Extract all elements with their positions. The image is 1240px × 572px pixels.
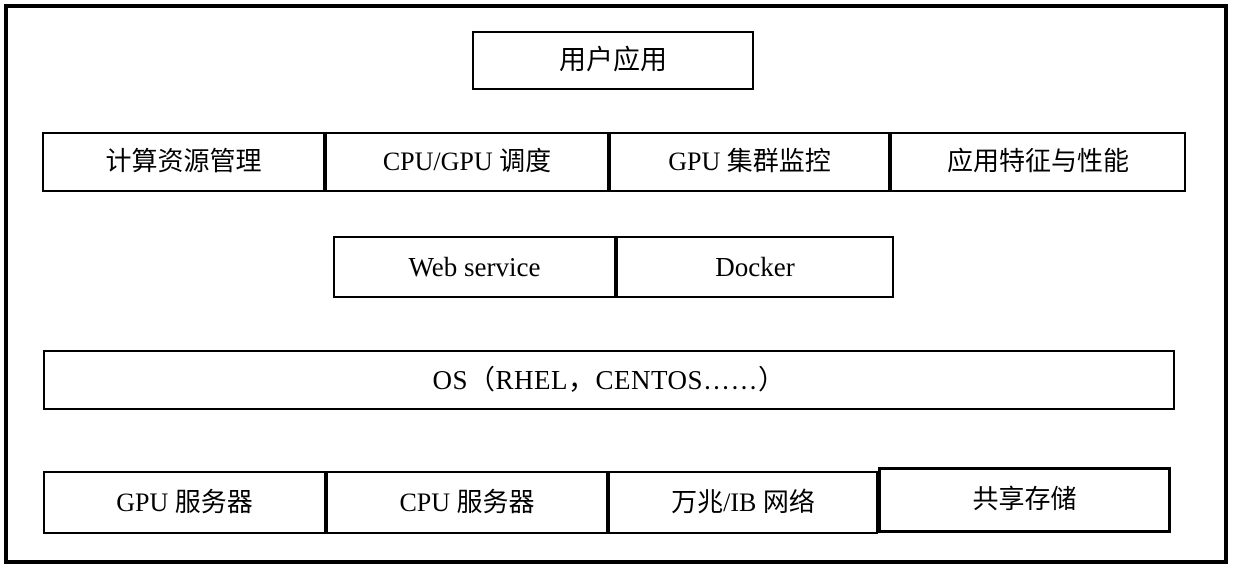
layer-application: 用户应用 — [472, 31, 754, 90]
box-cpu-server: CPU 服务器 — [326, 471, 608, 534]
layer-operating-system: OS（RHEL，CENTOS……） — [43, 350, 1175, 410]
box-10g-ib-network: 万兆/IB 网络 — [608, 471, 878, 534]
box-web-service: Web service — [333, 236, 616, 298]
box-compute-resource-management: 计算资源管理 — [42, 132, 325, 192]
box-user-application: 用户应用 — [472, 31, 754, 90]
diagram-canvas: 用户应用 计算资源管理 CPU/GPU 调度 GPU 集群监控 应用特征与性能 … — [0, 0, 1240, 572]
layer-platform: 计算资源管理 CPU/GPU 调度 GPU 集群监控 应用特征与性能 — [42, 132, 1186, 192]
box-shared-storage: 共享存储 — [878, 467, 1171, 533]
box-gpu-cluster-monitoring: GPU 集群监控 — [609, 132, 890, 192]
box-application-feature-and-performance: 应用特征与性能 — [890, 132, 1186, 192]
layer-services: Web service Docker — [333, 236, 894, 298]
box-gpu-server: GPU 服务器 — [43, 471, 326, 534]
layer-hardware: GPU 服务器 CPU 服务器 万兆/IB 网络 共享存储 — [43, 467, 1171, 534]
box-cpu-gpu-scheduling: CPU/GPU 调度 — [325, 132, 609, 192]
box-os: OS（RHEL，CENTOS……） — [43, 350, 1175, 410]
box-docker: Docker — [616, 236, 894, 298]
